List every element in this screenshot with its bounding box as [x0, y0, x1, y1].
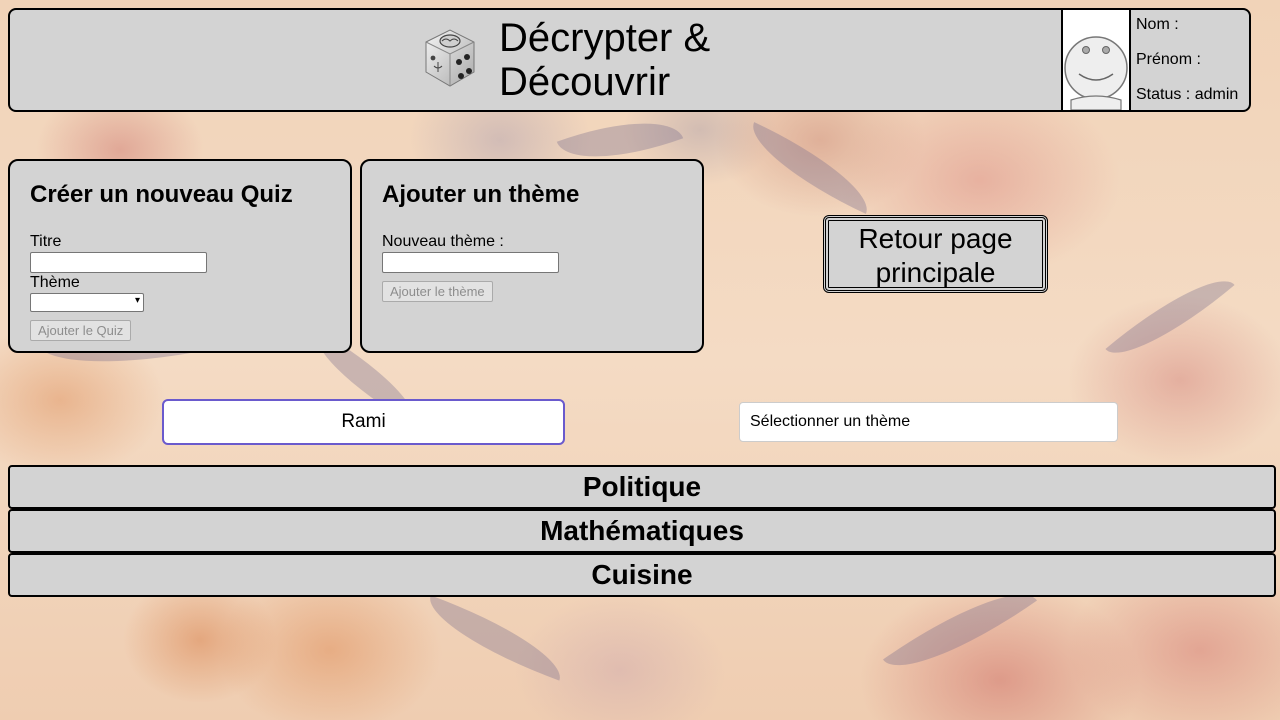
site-title: Décrypter & Découvrir [499, 16, 711, 104]
add-theme-heading: Ajouter un thème [382, 181, 580, 208]
back-to-main-button[interactable]: Retour page principale [823, 215, 1048, 293]
quiz-title-label: Titre [30, 233, 62, 250]
quiz-theme-label: Thème [30, 274, 80, 291]
theme-item-politique[interactable]: Politique [8, 465, 1276, 509]
quiz-theme-select[interactable]: ▾ [30, 293, 144, 312]
chevron-down-icon: ▾ [134, 295, 140, 306]
user-status: Status : admin [1136, 86, 1239, 103]
create-quiz-panel: Créer un nouveau Quiz Titre Thème ▾ Ajou… [8, 159, 352, 353]
theme-item-mathematiques[interactable]: Mathématiques [8, 509, 1276, 553]
quiz-title-input[interactable] [30, 252, 207, 273]
theme-filter-select[interactable]: Sélectionner un thème [739, 402, 1118, 442]
create-quiz-heading: Créer un nouveau Quiz [30, 181, 293, 208]
user-info: Nom : Prénom : Status : admin [1136, 14, 1238, 119]
add-theme-panel: Ajouter un thème Nouveau thème : Ajouter… [360, 159, 704, 353]
theme-item-cuisine[interactable]: Cuisine [8, 553, 1276, 597]
user-nom: Nom : [1136, 16, 1179, 33]
user-prenom: Prénom : [1136, 51, 1201, 68]
quiz-search-input[interactable]: Rami [162, 399, 565, 445]
avatar [1061, 8, 1131, 112]
new-theme-label: Nouveau thème : [382, 233, 504, 250]
add-theme-button[interactable]: Ajouter le thème [382, 281, 493, 302]
dice-brain-logo [418, 24, 482, 90]
site-header: Décrypter & Découvrir Nom : Prénom : Sta… [8, 8, 1251, 112]
add-quiz-button[interactable]: Ajouter le Quiz [30, 320, 132, 341]
new-theme-input[interactable] [382, 252, 559, 273]
